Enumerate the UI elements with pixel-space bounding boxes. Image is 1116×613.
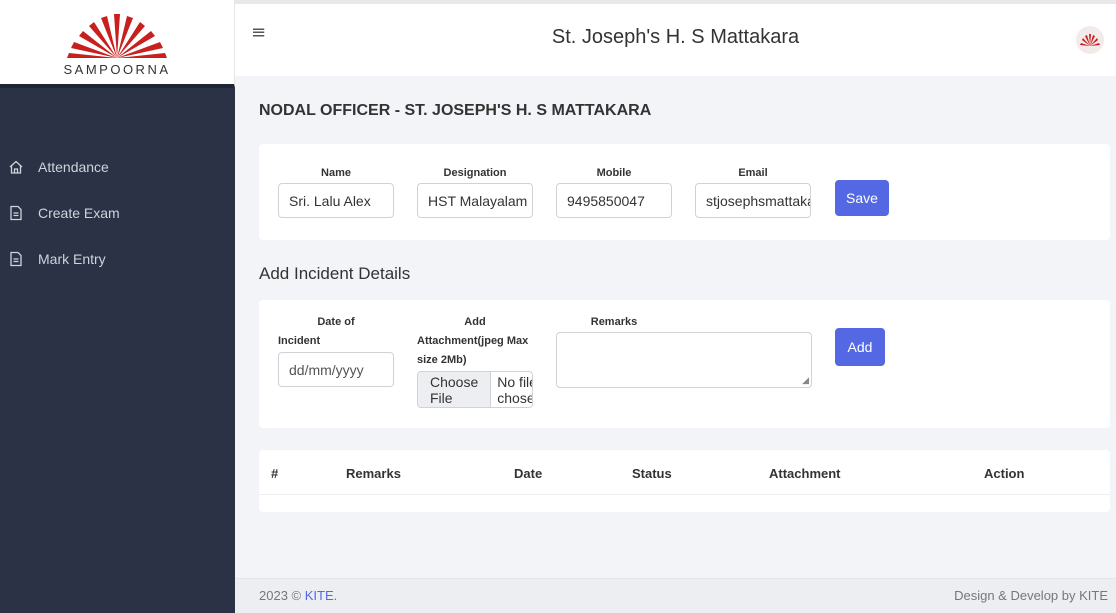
incident-table: # Remarks Date Status Attachment Action — [259, 450, 1110, 512]
table-header-index: # — [271, 466, 279, 481]
remarks-textarea[interactable]: ◢ — [556, 332, 812, 388]
date-label-line2: Incident — [278, 335, 321, 347]
table-header-status: Status — [632, 466, 672, 481]
save-button[interactable]: Save — [835, 180, 889, 216]
mobile-input[interactable]: 9495850047 — [556, 183, 672, 218]
email-label: Email — [738, 167, 768, 179]
email-field-group: Email — [695, 164, 811, 183]
header-logo-icon[interactable] — [1076, 26, 1104, 54]
sidebar-item-label: Create Exam — [38, 205, 120, 221]
sidebar-item-label: Attendance — [38, 159, 109, 175]
attachment-label-line2: Attachment(jpeg Max — [417, 335, 529, 347]
document-icon — [8, 251, 24, 267]
designation-field-group: Designation — [417, 164, 533, 183]
incident-date-input[interactable]: dd/mm/yyyy — [278, 352, 394, 387]
designation-input[interactable]: HST Malayalam — [417, 183, 533, 218]
footer-credit: Design & Develop by KITE — [954, 588, 1108, 603]
sidebar-item-label: Mark Entry — [38, 251, 106, 267]
page-title: St. Joseph's H. S Mattakara — [551, 26, 800, 48]
attachment-label-line1: Add — [464, 316, 486, 328]
sidebar-item-attendance[interactable]: Attendance — [0, 144, 235, 190]
resize-handle-icon[interactable]: ◢ — [802, 376, 809, 386]
incident-card: Date of Incident dd/mm/yyyy Add Attachme… — [259, 300, 1110, 428]
mobile-field-group: Mobile — [556, 164, 672, 183]
brand-name: SAMPOORNA — [63, 61, 171, 77]
sampoorna-logo-icon — [67, 13, 167, 58]
date-label-line1: Date of — [317, 316, 355, 328]
mobile-label: Mobile — [596, 167, 632, 179]
top-header: ≡ St. Joseph's H. S Mattakara — [235, 0, 1116, 76]
no-file-chosen-text: No file chosen — [497, 373, 532, 406]
table-header-action: Action — [984, 466, 1025, 481]
sampoorna-mini-icon — [1080, 34, 1100, 46]
copyright-text: 2023 © — [259, 588, 305, 603]
table-header-attachment: Attachment — [769, 466, 841, 481]
attachment-label-line3: size 2Mb) — [417, 354, 467, 366]
designation-label: Designation — [443, 167, 507, 179]
email-input[interactable]: stjosephsmattakara — [695, 183, 811, 218]
remarks-label: Remarks — [590, 316, 638, 328]
home-icon — [8, 159, 24, 175]
choose-file-button[interactable]: Choose File — [418, 372, 492, 407]
brand-logo[interactable]: SAMPOORNA — [0, 0, 235, 88]
name-label: Name — [321, 167, 351, 179]
name-field-group: Name — [278, 164, 394, 183]
attachment-file-input[interactable]: Choose File No file chosen — [417, 371, 533, 408]
table-header-remarks: Remarks — [346, 466, 401, 481]
sidebar: SAMPOORNA Attendance Create Exam Mark En… — [0, 0, 235, 613]
add-incident-heading: Add Incident Details — [259, 264, 411, 283]
add-button[interactable]: Add — [835, 328, 885, 366]
sidebar-item-create-exam[interactable]: Create Exam — [0, 190, 235, 236]
sidebar-item-mark-entry[interactable]: Mark Entry — [0, 236, 235, 282]
name-input[interactable]: Sri. Lalu Alex — [278, 183, 394, 218]
sidebar-nav: Attendance Create Exam Mark Entry — [0, 88, 235, 282]
table-divider — [259, 494, 1110, 495]
nodal-officer-heading: NODAL OFFICER - ST. JOSEPH'S H. S MATTAK… — [259, 102, 652, 119]
footer-copyright: 2023 © KITE. — [259, 588, 337, 603]
table-header-date: Date — [514, 466, 543, 481]
footer: 2023 © KITE. Design & Develop by KITE — [235, 578, 1116, 613]
kite-link[interactable]: KITE. — [305, 588, 338, 603]
nodal-officer-card: Name Sri. Lalu Alex Designation HST Mala… — [259, 144, 1110, 240]
document-icon — [8, 205, 24, 221]
